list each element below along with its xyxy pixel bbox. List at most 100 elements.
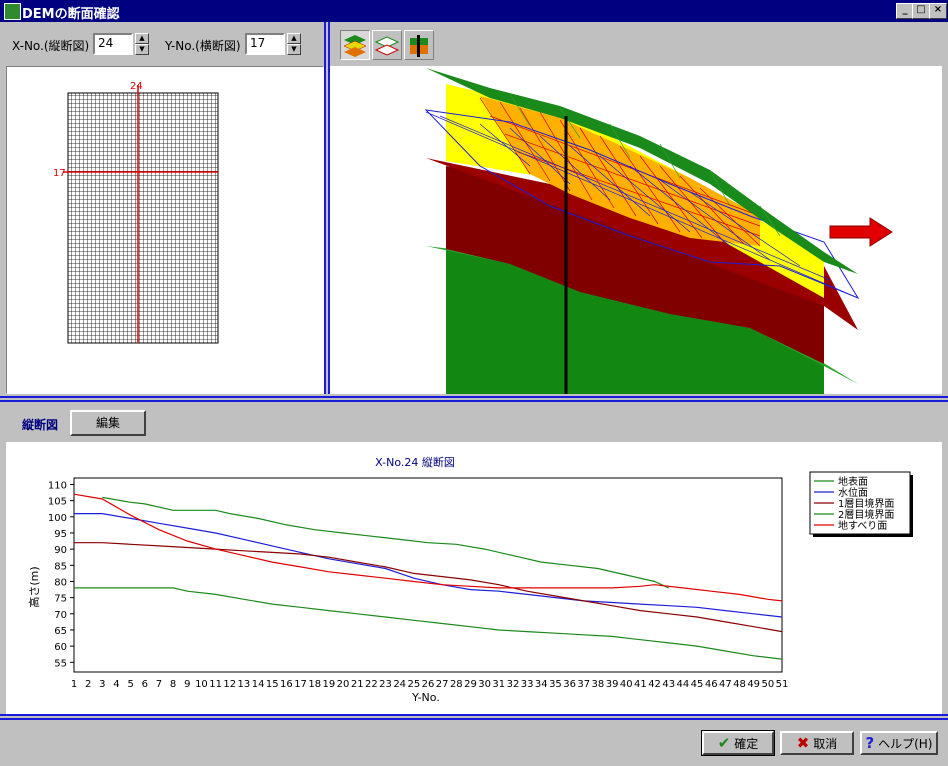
- x-tick-label: 42: [648, 679, 661, 690]
- help-button[interactable]: ? ヘルプ(H): [860, 731, 938, 755]
- x-tick-label: 1: [71, 679, 77, 690]
- section-view-icon[interactable]: [404, 30, 434, 60]
- x-tick-label: 5: [127, 679, 133, 690]
- y-spin-down[interactable]: ▼: [287, 44, 301, 55]
- x-tick-label: 45: [691, 679, 704, 690]
- x-tick-label: 44: [677, 679, 690, 690]
- x-tick-label: 17: [294, 679, 307, 690]
- x-tick-label: 48: [733, 679, 746, 690]
- x-tick-label: 23: [379, 679, 392, 690]
- y-no-input[interactable]: 17: [245, 33, 285, 55]
- title-bar: DEMの断面確認 _ □ ×: [0, 0, 948, 22]
- y-tick-label: 80: [54, 577, 67, 588]
- close-button[interactable]: ×: [929, 3, 947, 19]
- x-tick-label: 15: [266, 679, 279, 690]
- plan-view-panel: 24 17: [6, 66, 324, 394]
- x-tick-label: 40: [620, 679, 633, 690]
- plan-grid-svg[interactable]: 24 17: [7, 67, 323, 393]
- panel-divider-left: [324, 22, 326, 394]
- x-no-input[interactable]: 24: [93, 33, 133, 55]
- y-tick-label: 105: [48, 497, 67, 508]
- y-tick-label: 60: [54, 642, 67, 653]
- layer-view-icon[interactable]: [340, 30, 370, 60]
- y-tick-label: 70: [54, 610, 67, 621]
- x-tick-label: 32: [507, 679, 520, 690]
- x-tick-label: 22: [365, 679, 378, 690]
- x-tick-label: 29: [464, 679, 477, 690]
- x-tick-label: 27: [436, 679, 449, 690]
- x-tick-label: 46: [705, 679, 718, 690]
- y-tick-label: 110: [48, 480, 67, 491]
- 3d-view-panel[interactable]: [330, 66, 942, 394]
- check-icon: ✔: [717, 734, 731, 752]
- x-tick-label: 12: [223, 679, 236, 690]
- index-controls: X-No.(縦断図) 24 ▲ ▼ Y-No.(横断図) 17 ▲ ▼: [0, 22, 325, 66]
- legend-entry: 水位面: [838, 486, 868, 499]
- x-tick-label: 3: [99, 679, 105, 690]
- y-tick-label: 95: [54, 529, 67, 540]
- window-title: DEMの断面確認: [22, 7, 120, 22]
- x-spin-up[interactable]: ▲: [135, 33, 149, 44]
- x-tick-label: 35: [549, 679, 562, 690]
- x-tick-label: 2: [85, 679, 91, 690]
- app-icon: [4, 3, 21, 20]
- x-marker-label: 24: [130, 81, 143, 92]
- x-tick-label: 39: [606, 679, 619, 690]
- x-tick-label: 13: [238, 679, 251, 690]
- cancel-button[interactable]: ✖ 取消: [780, 731, 854, 755]
- edit-button[interactable]: 編集: [70, 410, 146, 436]
- x-tick-label: 20: [337, 679, 350, 690]
- x-tick-label: 18: [308, 679, 321, 690]
- x-tick-label: 47: [719, 679, 732, 690]
- x-tick-label: 25: [407, 679, 420, 690]
- cross-icon: ✖: [796, 734, 810, 752]
- footer-divider-bottom: [0, 718, 948, 720]
- y-marker-label: 17: [53, 168, 66, 179]
- x-tick-label: 11: [209, 679, 222, 690]
- maximize-button[interactable]: □: [912, 3, 930, 19]
- x-tick-label: 37: [577, 679, 590, 690]
- y-tick-label: 85: [54, 561, 67, 572]
- 3d-model-svg: [424, 68, 893, 394]
- x-tick-label: 4: [113, 679, 119, 690]
- x-tick-label: 8: [170, 679, 176, 690]
- legend-entry: 地表面: [838, 475, 868, 488]
- view-toolbar: [330, 22, 942, 66]
- x-no-label: X-No.(縦断図): [12, 39, 90, 53]
- profile-chart: X-No.24 縦断図 Y-No. 高さ(m) 1 2 3 4 5 6 7 8 9 10 11 12 1…: [27, 455, 913, 704]
- chart-title: X-No.24 縦断図: [375, 455, 455, 469]
- x-tick-label: 16: [280, 679, 293, 690]
- x-spin-down[interactable]: ▼: [135, 44, 149, 55]
- x-tick-label: 50: [761, 679, 774, 690]
- ok-button[interactable]: ✔ 確定: [701, 730, 775, 756]
- section-header: 縦断図 編集: [0, 402, 948, 442]
- legend-entry: 1層目境界面: [838, 497, 894, 510]
- section-divider-top: [0, 396, 948, 398]
- chart-panel: X-No.24 縦断図 Y-No. 高さ(m) 1 2 3 4 5 6 7 8 9 10 11 12 1…: [6, 442, 942, 714]
- y-tick-label: 75: [54, 594, 67, 605]
- y-no-label: Y-No.(横断図): [165, 39, 241, 53]
- ok-label: 確定: [734, 737, 759, 751]
- x-axis-label: Y-No.: [411, 691, 440, 704]
- x-tick-label: 9: [184, 679, 190, 690]
- x-tick-label: 24: [393, 679, 406, 690]
- x-tick-label: 7: [156, 679, 162, 690]
- x-tick-label: 30: [478, 679, 491, 690]
- direction-arrow-icon: [829, 217, 893, 247]
- x-tick-label: 34: [535, 679, 548, 690]
- x-tick-label: 14: [252, 679, 265, 690]
- x-tick-label: 31: [492, 679, 505, 690]
- x-tick-label: 28: [450, 679, 463, 690]
- x-tick-label: 38: [592, 679, 605, 690]
- section-tab-label[interactable]: 縦断図: [22, 416, 58, 433]
- y-spin-up[interactable]: ▲: [287, 33, 301, 44]
- x-tick-label: 10: [195, 679, 208, 690]
- plane-view-icon[interactable]: [372, 30, 402, 60]
- y-axis-label: 高さ(m): [27, 566, 41, 607]
- x-tick-label: 26: [422, 679, 435, 690]
- y-tick-label: 100: [48, 513, 67, 524]
- legend-entry: 地すべり面: [838, 519, 887, 532]
- question-icon: ?: [865, 734, 875, 752]
- cancel-label: 取消: [813, 737, 838, 751]
- dem-grid: [67, 92, 219, 344]
